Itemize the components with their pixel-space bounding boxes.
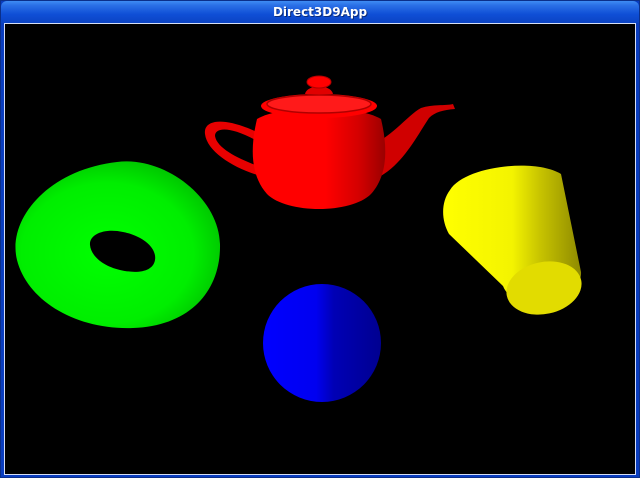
app-window: Direct3D9App [0,0,640,478]
render-viewport[interactable] [4,23,636,475]
torus-mesh [15,161,221,329]
title-bar[interactable]: Direct3D9App [1,1,639,23]
window-title: Direct3D9App [272,5,368,19]
sphere-mesh [263,284,381,402]
scene-canvas [15,75,582,402]
cylinder-mesh [443,165,582,315]
teapot-mesh [204,75,455,209]
